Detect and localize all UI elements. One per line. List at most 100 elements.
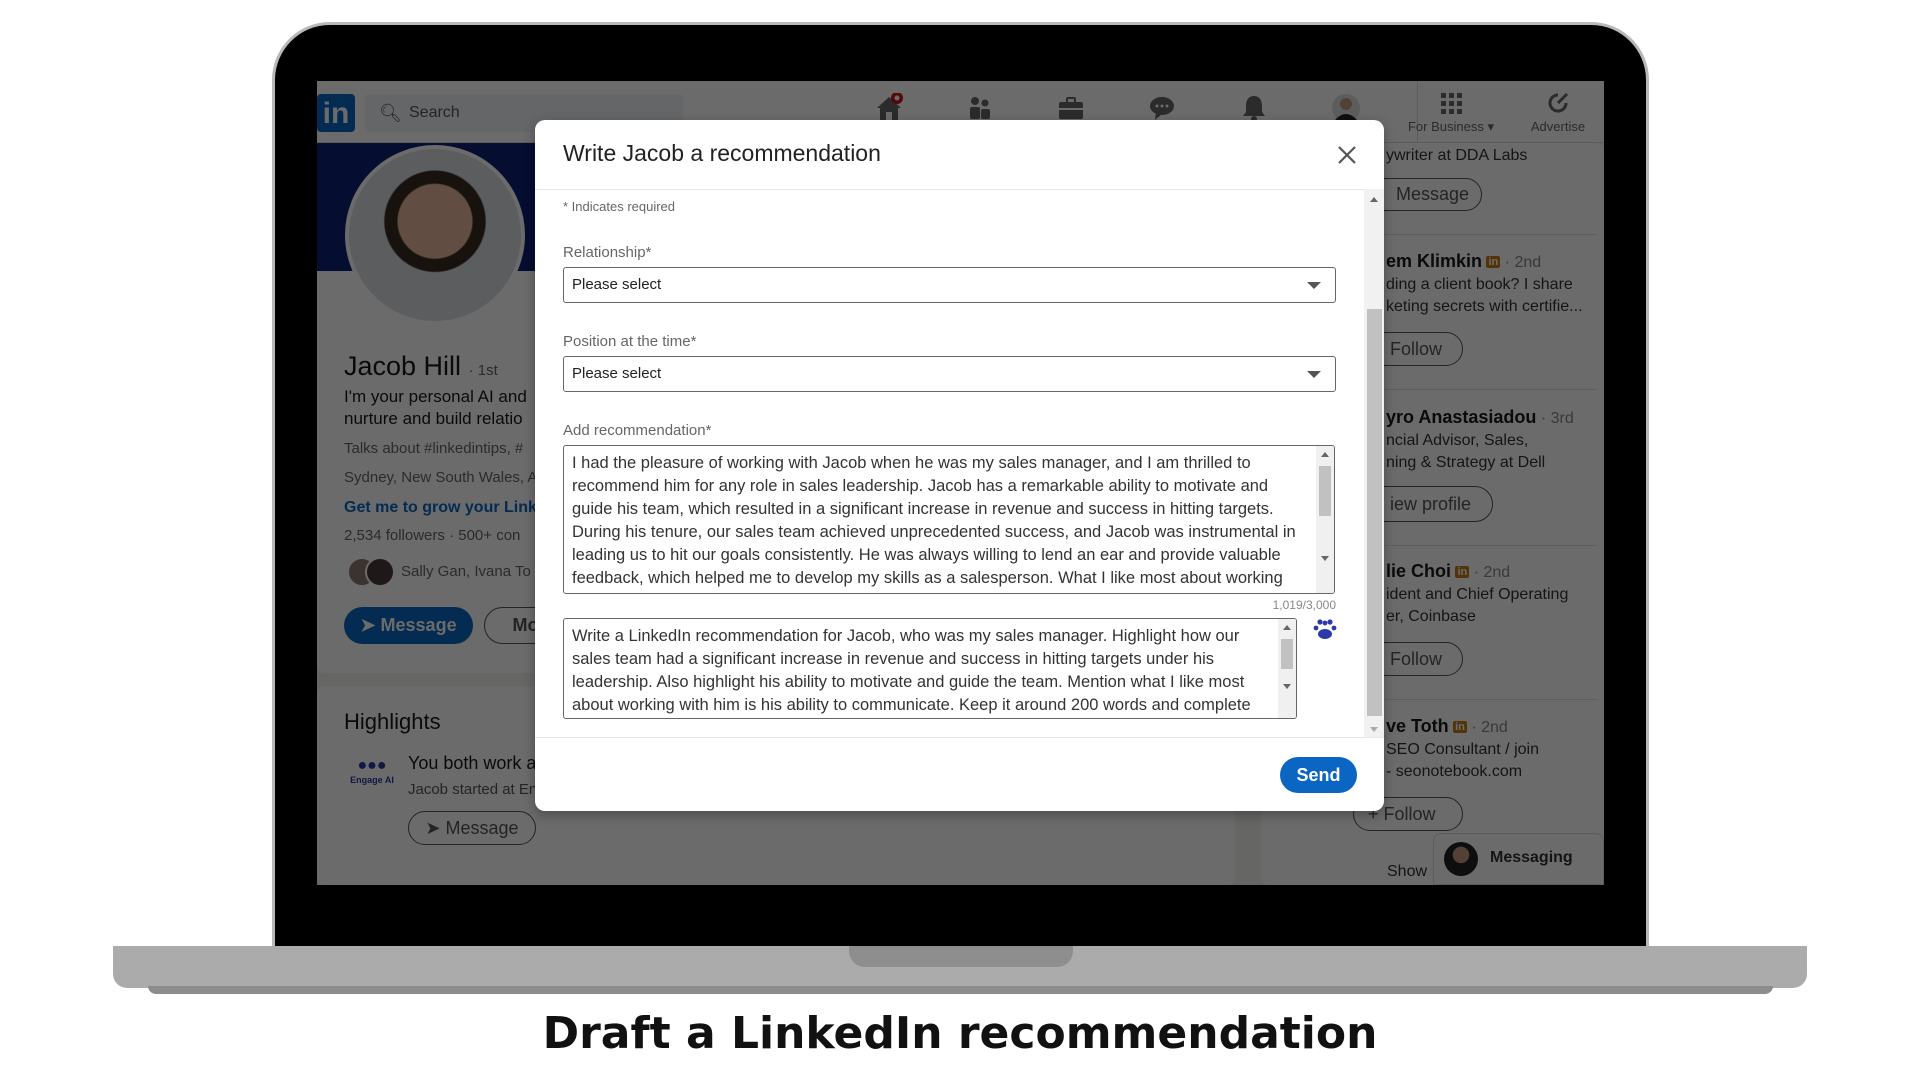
scroll-down-icon[interactable] bbox=[1370, 727, 1378, 732]
sidebar-person: lie Choi in · 2nd ident and Chief Operati… bbox=[1386, 561, 1568, 626]
scroll-down-icon[interactable] bbox=[1321, 556, 1329, 561]
person-degree: · 3rd bbox=[1540, 410, 1574, 427]
recommendation-text: I had the pleasure of working with Jacob… bbox=[572, 454, 1296, 593]
linkedin-logo[interactable]: in bbox=[317, 94, 355, 132]
dialog-scrollbar[interactable] bbox=[1364, 189, 1384, 737]
headline-line: I'm your personal AI and bbox=[344, 387, 527, 406]
for-business-label: For Business bbox=[1407, 119, 1484, 134]
linkedin-premium-icon: in bbox=[1455, 566, 1470, 578]
paw-icon: ●●● bbox=[357, 757, 387, 774]
profile-headline: I'm your personal AI and nurture and buil… bbox=[344, 386, 527, 430]
notifications-icon[interactable] bbox=[1239, 93, 1269, 123]
mutual-connections[interactable]: Sally Gan, Ivana To bbox=[401, 563, 531, 580]
for-business-menu[interactable]: For Business ▾ bbox=[1401, 119, 1501, 135]
scroll-up-icon[interactable] bbox=[1283, 625, 1291, 630]
advertise-link[interactable]: Advertise bbox=[1508, 119, 1604, 134]
caret-down-icon: ▾ bbox=[1487, 119, 1495, 134]
messaging-icon[interactable] bbox=[1147, 93, 1177, 123]
followers-count[interactable]: 2,534 followers bbox=[344, 527, 445, 544]
send-icon: ➤ bbox=[360, 615, 376, 635]
scrollbar-thumb[interactable] bbox=[1281, 639, 1293, 669]
my-network-icon[interactable] bbox=[965, 93, 995, 123]
engage-ai-logo: ●●● Engage AI bbox=[347, 757, 397, 785]
textarea-scrollbar[interactable] bbox=[1316, 446, 1334, 593]
required-note: * Indicates required bbox=[563, 199, 676, 214]
talks-about: Talks about #linkedintips, # bbox=[344, 440, 524, 457]
engage-ai-paw-icon[interactable] bbox=[1313, 618, 1337, 640]
sidebar-person-headline: ywriter at DDA Labs bbox=[1386, 147, 1528, 164]
dialog-title: Write Jacob a recommendation bbox=[563, 140, 881, 166]
person-headline: keting secrets with certifie... bbox=[1386, 298, 1583, 315]
message-button[interactable]: ➤ Message bbox=[344, 607, 473, 644]
position-select[interactable]: Please select bbox=[563, 356, 1336, 392]
header-divider bbox=[535, 189, 1384, 190]
highlights-title: Highlights bbox=[344, 709, 441, 734]
me-avatar[interactable] bbox=[1331, 93, 1361, 123]
grid-icon[interactable] bbox=[1439, 91, 1463, 115]
relationship-label: Relationship* bbox=[563, 244, 652, 261]
position-label: Position at the time* bbox=[563, 333, 697, 350]
connection-degree: · 1st bbox=[468, 362, 498, 379]
person-headline: ding a client book? I share bbox=[1386, 276, 1573, 293]
scroll-down-icon[interactable] bbox=[1283, 684, 1291, 689]
highlight-message-button[interactable]: ➤ Message bbox=[408, 811, 536, 845]
chevron-down-icon bbox=[1307, 282, 1321, 289]
connections-count[interactable]: · 500+ con bbox=[449, 527, 520, 544]
sidebar-person: em Klimkin in · 2nd ding a client book? I… bbox=[1386, 251, 1583, 316]
profile-photo[interactable] bbox=[345, 145, 525, 325]
highlight-subtext: Jacob started at En bbox=[408, 781, 538, 798]
sidebar-person: ve Toth in · 2nd SEO Consultant / join - s… bbox=[1386, 716, 1539, 781]
person-name[interactable]: lie Choi bbox=[1386, 561, 1451, 581]
footer-divider bbox=[535, 737, 1384, 738]
person-name[interactable]: ve Toth bbox=[1386, 716, 1449, 736]
linkedin-premium-icon: in bbox=[1453, 721, 1467, 733]
ai-prompt-textarea[interactable]: Write a LinkedIn recommendation for Jaco… bbox=[563, 618, 1297, 719]
scroll-up-icon[interactable] bbox=[1370, 197, 1378, 202]
scroll-up-icon[interactable] bbox=[1321, 452, 1329, 457]
send-button[interactable]: Send bbox=[1280, 757, 1357, 793]
position-value: Please select bbox=[572, 365, 662, 382]
highlight-headline: You both work a bbox=[408, 753, 537, 773]
person-degree: · 2nd bbox=[1471, 719, 1508, 736]
recommendation-label: Add recommendation* bbox=[563, 422, 712, 439]
relationship-value: Please select bbox=[572, 276, 662, 293]
person-headline: er, Coinbase bbox=[1386, 608, 1476, 625]
relationship-select[interactable]: Please select bbox=[563, 267, 1336, 303]
mutual-avatar bbox=[365, 557, 395, 587]
engage-ai-text: Engage AI bbox=[350, 775, 394, 785]
advertise-icon[interactable] bbox=[1546, 91, 1570, 115]
messaging-avatar bbox=[1444, 842, 1478, 876]
scrollbar-thumb[interactable] bbox=[1367, 309, 1382, 716]
search-icon: 🔍︎ bbox=[379, 103, 402, 123]
messaging-bar[interactable]: Messaging bbox=[1433, 833, 1604, 885]
message-label: Message bbox=[380, 615, 457, 635]
textarea-scrollbar[interactable] bbox=[1278, 619, 1296, 718]
person-headline: ident and Chief Operating bbox=[1386, 586, 1569, 603]
linkedin-premium-icon: in bbox=[1486, 256, 1501, 268]
send-icon: ➤ bbox=[425, 818, 441, 838]
sidebar-person: yro Anastasiadou · 3rd ncial Advisor, Sal… bbox=[1386, 407, 1574, 472]
recommendation-dialog: Write Jacob a recommendation * Indicates… bbox=[535, 120, 1384, 811]
person-name[interactable]: em Klimkin bbox=[1386, 251, 1482, 271]
location: Sydney, New South Wales, A bbox=[344, 469, 538, 486]
person-name[interactable]: yro Anastasiadou bbox=[1386, 407, 1536, 427]
jobs-icon[interactable] bbox=[1056, 93, 1086, 123]
person-degree: · 2nd bbox=[1473, 564, 1511, 581]
home-icon[interactable] bbox=[874, 93, 904, 123]
profile-website-link[interactable]: Get me to grow your Linke bbox=[344, 499, 546, 517]
show-more-link[interactable]: Show bbox=[1387, 863, 1427, 881]
person-headline: - seonotebook.com bbox=[1386, 763, 1523, 780]
laptop-notch bbox=[849, 946, 1073, 967]
person-headline: SEO Consultant / join bbox=[1386, 741, 1539, 758]
recommendation-textarea[interactable]: I had the pleasure of working with Jacob… bbox=[563, 445, 1335, 594]
search-placeholder: Search bbox=[409, 104, 460, 121]
message-label: Message bbox=[445, 818, 519, 838]
followers-row: 2,534 followers · 500+ con bbox=[344, 527, 520, 544]
prompt-text: Write a LinkedIn recommendation for Jaco… bbox=[572, 627, 1251, 714]
scrollbar-thumb[interactable] bbox=[1319, 466, 1331, 516]
chevron-down-icon bbox=[1307, 371, 1321, 378]
headline-line: nurture and build relatio bbox=[344, 409, 523, 428]
close-icon[interactable] bbox=[1336, 144, 1358, 166]
person-headline: ning & Strategy at Dell bbox=[1386, 454, 1546, 471]
character-count: 1,019/3,000 bbox=[1272, 598, 1336, 612]
